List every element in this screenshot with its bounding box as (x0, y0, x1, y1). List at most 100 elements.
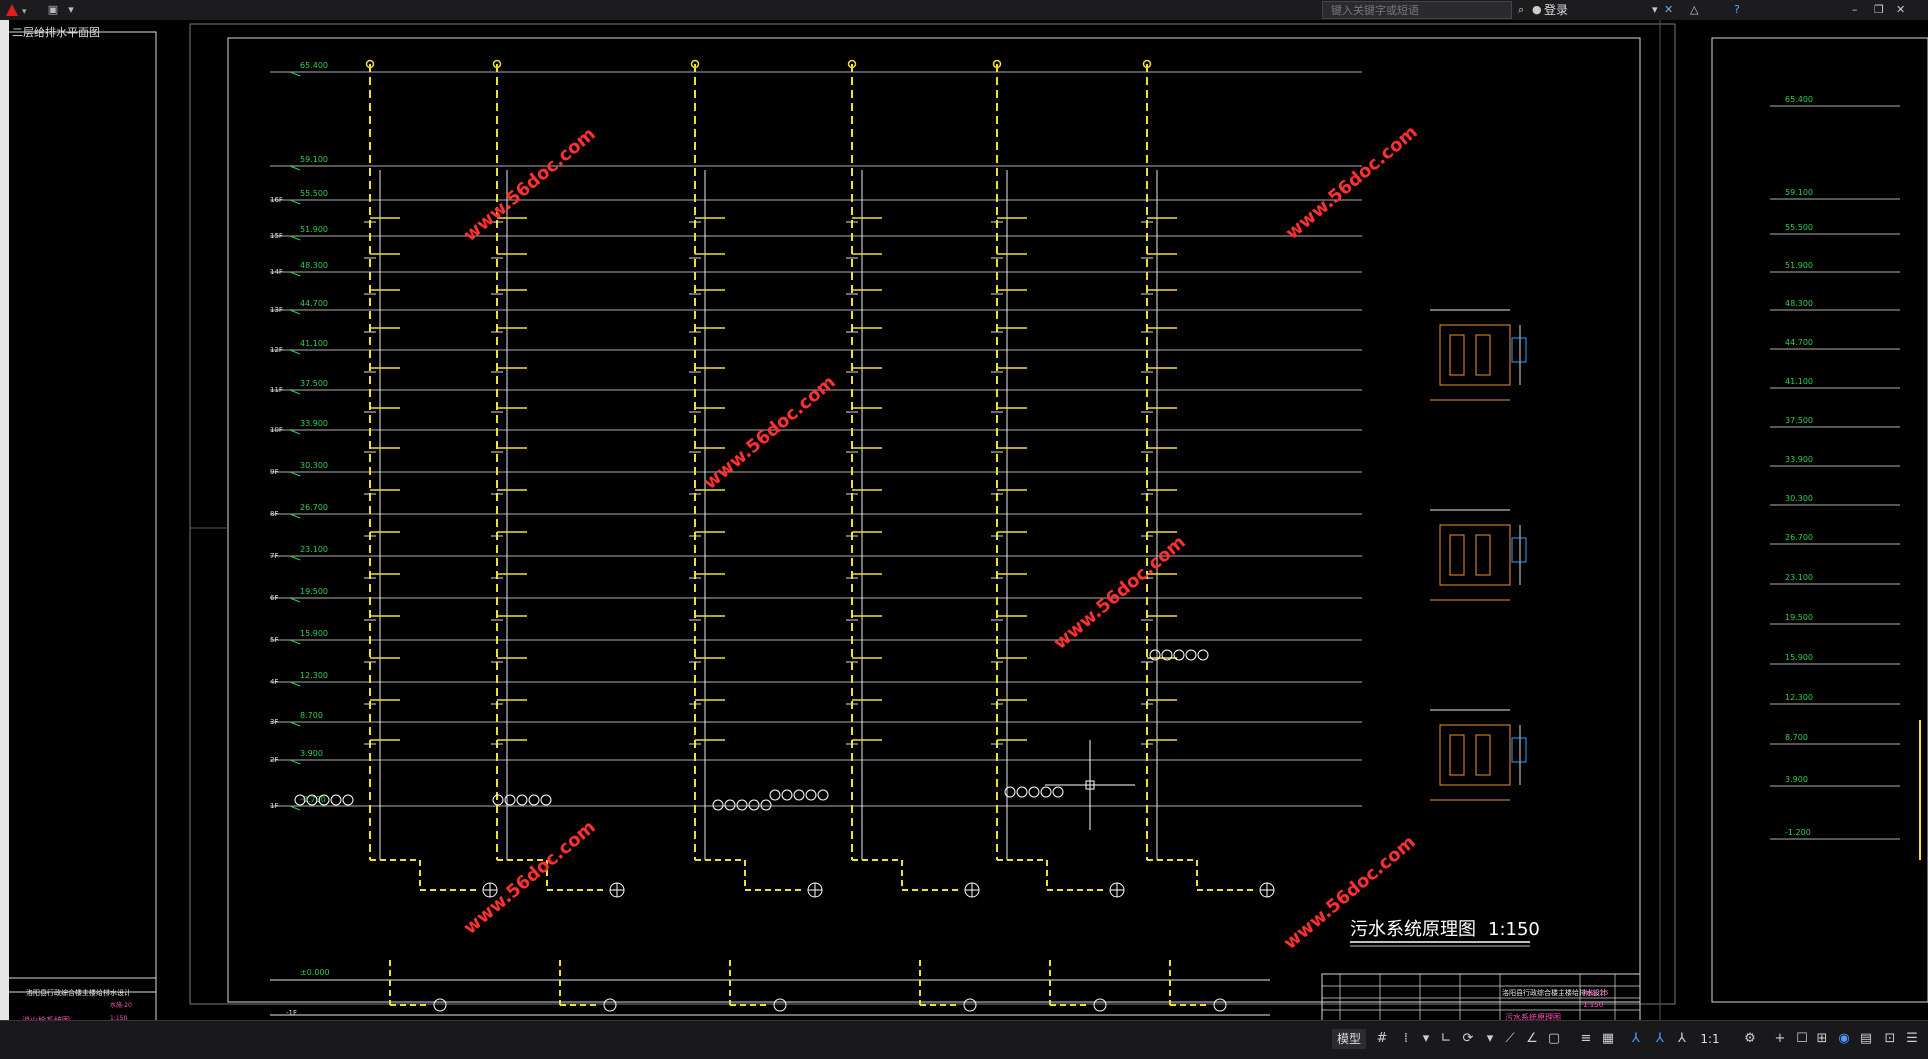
right-elevation-label: 41.100 (1785, 377, 1813, 386)
right-elevation-label: 59.100 (1785, 188, 1813, 197)
polar-icon[interactable]: ⟳ (1458, 1029, 1478, 1049)
fixture-symbol-icon (1028, 786, 1040, 798)
elevation-marker (289, 805, 301, 811)
elevation-label: 8.700 (300, 711, 323, 720)
floor-label: 12F (270, 346, 283, 354)
elevation-marker (289, 165, 301, 171)
elevation-label: 23.100 (300, 545, 328, 554)
elevation-label: 41.100 (300, 339, 328, 348)
user-icon[interactable]: ● (1532, 2, 1542, 18)
binoculars-icon[interactable]: ⌕ (1518, 2, 1524, 18)
right-elevation-label: 8.700 (1785, 733, 1808, 742)
chevron-down-icon[interactable]: ▾ (1416, 1029, 1436, 1049)
annotation-visibility-icon[interactable]: ⅄ (1650, 1029, 1670, 1049)
elevation-marker (289, 199, 301, 205)
floor-label: 15F (270, 232, 283, 240)
snap-icon[interactable]: ⁞ (1396, 1029, 1416, 1049)
sheet-frame-left (7, 31, 157, 993)
elevation-marker (289, 71, 301, 77)
pump-body (1475, 734, 1491, 776)
autocad-logo-icon[interactable]: ▾ (4, 2, 36, 18)
right-elevation-label: 23.100 (1785, 573, 1813, 582)
annotation-autoscale-icon[interactable]: ⅄ (1672, 1029, 1692, 1049)
angle-icon[interactable]: ∠ (1522, 1029, 1542, 1049)
elevation-label: 55.500 (300, 189, 328, 198)
save-icon[interactable]: ▣ (44, 2, 62, 18)
drawing-tab-label[interactable]: 二层给排水平面图 (12, 24, 100, 40)
title-block-scale: 1:150 (1583, 1001, 1603, 1009)
elevation-marker (289, 309, 301, 315)
right-elevation-label: 55.500 (1785, 223, 1813, 232)
grid-icon[interactable]: # (1372, 1029, 1392, 1049)
title-block-left (7, 977, 157, 1035)
right-elevation-label: 30.300 (1785, 494, 1813, 503)
chevron-down-icon[interactable]: ▾ (1480, 1029, 1500, 1049)
floor-label: 9F (270, 468, 278, 476)
login-button[interactable]: 登录 (1544, 2, 1568, 18)
fixture-symbol-icon (528, 794, 540, 806)
restore-icon[interactable]: ❐ (1874, 2, 1884, 18)
level-indicator (1511, 337, 1527, 363)
left-palette-strip[interactable] (0, 20, 9, 1020)
right-elevation-label: 15.900 (1785, 653, 1813, 662)
fixture-symbol-icon (1173, 649, 1185, 661)
floor-label: 6F (270, 594, 278, 602)
object-track-icon[interactable]: ▢ (1544, 1029, 1564, 1049)
elevation-label: 15.900 (300, 629, 328, 638)
isolate-icon[interactable]: ☐ (1792, 1029, 1812, 1049)
exchange-icon[interactable]: ✕ (1664, 2, 1673, 18)
fixture-symbol-icon (748, 799, 760, 811)
elevation-label: 30.300 (300, 461, 328, 470)
fixture-symbol-icon (1185, 649, 1197, 661)
elevation-label: 59.100 (300, 155, 328, 164)
right-elevation-label: 37.500 (1785, 416, 1813, 425)
osnap-icon[interactable]: ⟋ (1500, 1029, 1520, 1049)
search-input[interactable]: 键入关键字或短语 (1322, 1, 1512, 19)
fixture-symbol-icon (793, 789, 805, 801)
annotation-scale-value[interactable]: 1:1 (1696, 1029, 1724, 1049)
drawing-canvas[interactable]: 65.400 59.100 55.500 51.900 48.300 44.700 41.1… (0, 20, 1928, 1035)
a360-icon[interactable]: △ (1690, 2, 1698, 18)
dropdown-icon[interactable]: ▾ (62, 2, 80, 18)
elevation-marker (289, 513, 301, 519)
fixture-symbol-icon (516, 794, 528, 806)
fixture-symbol-icon (1052, 786, 1064, 798)
chevron-down-icon[interactable]: ▾ (1652, 2, 1658, 18)
customize-icon[interactable]: ☰ (1902, 1029, 1922, 1049)
gear-icon[interactable]: ⚙ (1740, 1029, 1760, 1049)
lineweight-icon[interactable]: ≡ (1576, 1029, 1596, 1049)
elevation-label: 33.900 (300, 419, 328, 428)
pump-body (1449, 334, 1465, 376)
clean-screen-icon[interactable]: ⊡ (1880, 1029, 1900, 1049)
elevation-marker (289, 597, 301, 603)
ortho-icon[interactable]: ∟ (1436, 1029, 1456, 1049)
fixture-symbol-icon (736, 799, 748, 811)
floor-label: -1F (286, 1009, 297, 1017)
properties-icon[interactable]: ▤ (1856, 1029, 1876, 1049)
annotation-scale-icon[interactable]: ⅄ (1626, 1029, 1646, 1049)
fixture-symbol-icon (1040, 786, 1052, 798)
sheet-frame-right (1711, 37, 1928, 1003)
plus-icon[interactable]: + (1770, 1029, 1790, 1049)
minimize-icon[interactable]: – (1852, 2, 1858, 18)
pump-body (1449, 734, 1465, 776)
right-elevation-label: 19.500 (1785, 613, 1813, 622)
hardware-icon[interactable]: ⊞ (1812, 1029, 1832, 1049)
workspace-icon[interactable]: ◉ (1834, 1029, 1854, 1049)
right-elevation-label: 26.700 (1785, 533, 1813, 542)
elevation-label: 26.700 (300, 503, 328, 512)
transparency-icon[interactable]: ▦ (1598, 1029, 1618, 1049)
manhole-icon (773, 998, 787, 1012)
pump-body (1475, 334, 1491, 376)
close-icon[interactable]: ✕ (1896, 2, 1905, 18)
model-space-button[interactable]: 模型 (1332, 1029, 1366, 1049)
manhole-icon (1093, 998, 1107, 1012)
fixture-symbol-icon (712, 799, 724, 811)
manhole-icon (603, 998, 617, 1012)
elevation-label: 37.500 (300, 379, 328, 388)
help-icon[interactable]: ? (1734, 2, 1740, 18)
fixture-symbol-icon (1016, 786, 1028, 798)
fixture-symbol-icon (724, 799, 736, 811)
elevation-label: 65.400 (300, 61, 328, 70)
status-bar: 模型 # ⁞ ▾ ∟ ⟳ ▾ ⟋ ∠ ▢ ≡ ▦ ⅄ ⅄ ⅄ 1:1 ⚙ + ☐… (0, 1020, 1928, 1059)
